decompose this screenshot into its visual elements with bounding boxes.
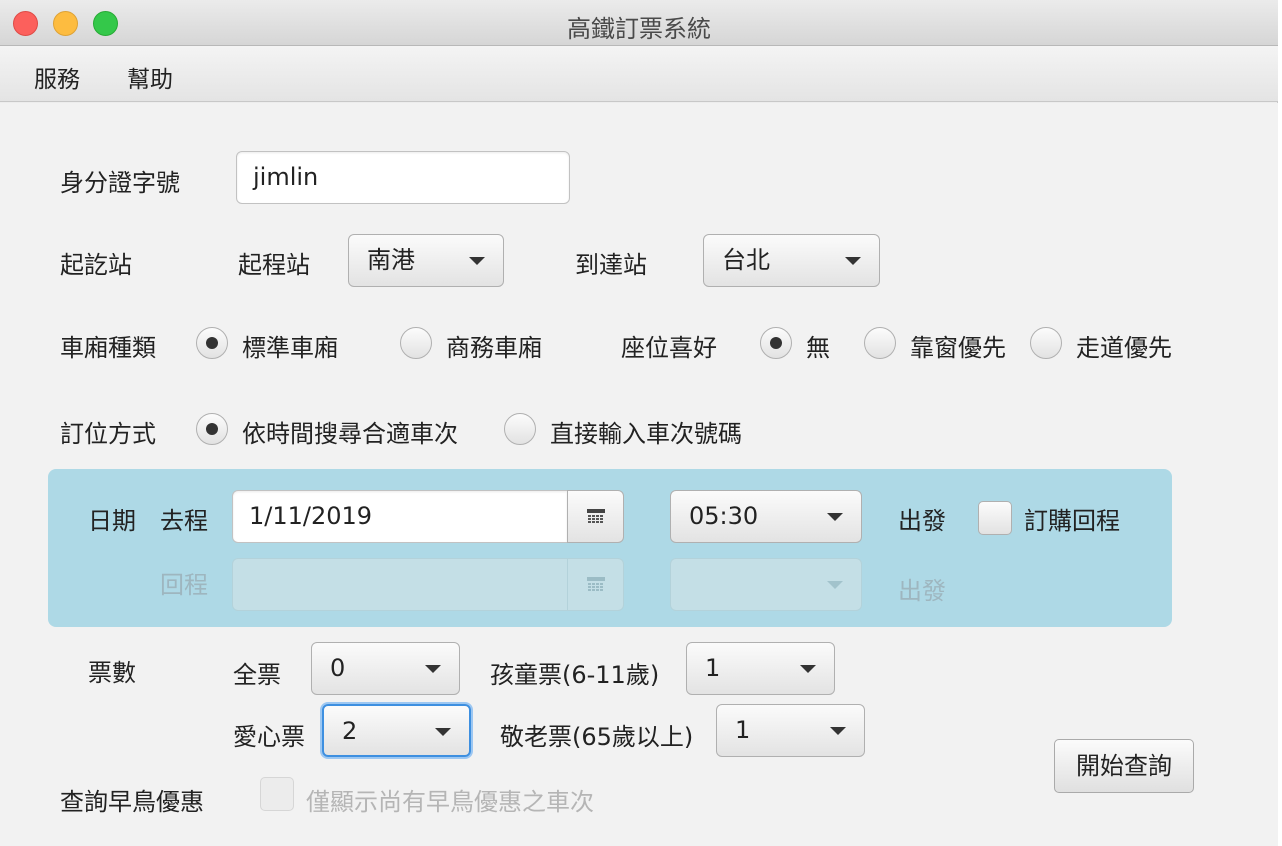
seat-pref-label: 座位喜好 <box>621 334 717 362</box>
menu-service[interactable]: 服務 <box>34 60 80 94</box>
adult-ticket-select[interactable]: 0 <box>311 642 460 695</box>
depart-label: 出發 <box>898 507 946 535</box>
search-button[interactable]: 開始查詢 <box>1054 739 1194 793</box>
seat-window-radio[interactable] <box>864 327 896 359</box>
outbound-calendar-button[interactable] <box>567 490 624 543</box>
early-bird-check-label: 僅顯示尚有早鳥優惠之車次 <box>306 788 594 816</box>
title-bar: 高鐵訂票系統 <box>0 0 1278 46</box>
adult-ticket-value: 0 <box>330 654 346 682</box>
to-station-label: 到達站 <box>575 251 647 279</box>
senior-ticket-label: 敬老票(65歲以上) <box>500 723 694 751</box>
chevron-down-icon <box>827 581 843 589</box>
from-station-value: 南港 <box>367 246 415 274</box>
car-business-label[interactable]: 商務車廂 <box>446 328 542 363</box>
from-station-select[interactable]: 南港 <box>348 234 504 287</box>
method-time-radio[interactable] <box>196 413 228 445</box>
window-title: 高鐵訂票系統 <box>567 15 711 43</box>
app-window: 高鐵訂票系統 服務 幫助 身分證字號 jimlin 起訖站 起程站 南港 到達站… <box>0 0 1278 846</box>
method-train-no-radio[interactable] <box>504 413 536 445</box>
chevron-down-icon <box>845 257 861 265</box>
child-ticket-label: 孩童票(6-11歲) <box>490 661 660 689</box>
seat-aisle-label[interactable]: 走道優先 <box>1076 328 1172 363</box>
senior-ticket-value: 1 <box>735 716 751 744</box>
early-bird-checkbox <box>260 777 294 811</box>
senior-ticket-select[interactable]: 1 <box>716 704 865 757</box>
date-label: 日期 <box>88 507 136 535</box>
early-bird-label: 查詢早鳥優惠 <box>60 788 204 816</box>
return-time-select <box>670 558 862 611</box>
id-label: 身分證字號 <box>60 169 180 197</box>
return-calendar-button <box>567 558 624 611</box>
return-trip-label[interactable]: 訂購回程 <box>1024 501 1120 536</box>
menu-bar: 服務 幫助 <box>0 46 1278 102</box>
to-station-select[interactable]: 台北 <box>703 234 880 287</box>
outbound-time-value: 05:30 <box>689 502 759 530</box>
return-depart-label: 出發 <box>898 577 946 605</box>
car-standard-label[interactable]: 標準車廂 <box>242 328 338 363</box>
outbound-time-select[interactable]: 05:30 <box>670 490 862 543</box>
outbound-date-input[interactable]: 1/11/2019 <box>232 490 568 543</box>
chevron-down-icon <box>469 257 485 265</box>
car-standard-radio[interactable] <box>196 327 228 359</box>
disabled-ticket-label: 愛心票 <box>233 723 305 751</box>
chevron-down-icon <box>827 513 843 521</box>
chevron-down-icon <box>830 727 846 735</box>
chevron-down-icon <box>425 665 441 673</box>
from-station-label: 起程站 <box>238 251 310 279</box>
chevron-down-icon <box>435 728 451 736</box>
to-station-value: 台北 <box>722 246 770 274</box>
return-date-input <box>232 558 568 611</box>
calendar-icon <box>586 508 605 523</box>
child-ticket-value: 1 <box>705 654 721 682</box>
seat-none-radio[interactable] <box>760 327 792 359</box>
id-input[interactable]: jimlin <box>236 151 570 204</box>
return-trip-checkbox[interactable] <box>978 501 1012 535</box>
menu-help[interactable]: 幫助 <box>127 60 173 94</box>
booking-method-label: 訂位方式 <box>60 420 156 448</box>
return-label: 回程 <box>160 571 208 599</box>
seat-aisle-radio[interactable] <box>1030 327 1062 359</box>
station-label: 起訖站 <box>60 251 132 279</box>
seat-window-label[interactable]: 靠窗優先 <box>910 328 1006 363</box>
method-train-no-label[interactable]: 直接輸入車次號碼 <box>550 414 742 449</box>
child-ticket-select[interactable]: 1 <box>686 642 835 695</box>
booking-form: 身分證字號 jimlin 起訖站 起程站 南港 到達站 台北 車廂種類 標準車廂… <box>0 103 1278 846</box>
car-business-radio[interactable] <box>400 327 432 359</box>
seat-none-label[interactable]: 無 <box>806 328 830 363</box>
chevron-down-icon <box>800 665 816 673</box>
outbound-label: 去程 <box>160 507 208 535</box>
calendar-icon <box>586 576 605 591</box>
method-time-label[interactable]: 依時間搜尋合適車次 <box>242 414 458 449</box>
disabled-ticket-value: 2 <box>342 717 358 745</box>
adult-ticket-label: 全票 <box>233 661 281 689</box>
car-type-label: 車廂種類 <box>60 334 156 362</box>
tickets-label: 票數 <box>88 659 136 687</box>
disabled-ticket-select[interactable]: 2 <box>322 704 471 757</box>
